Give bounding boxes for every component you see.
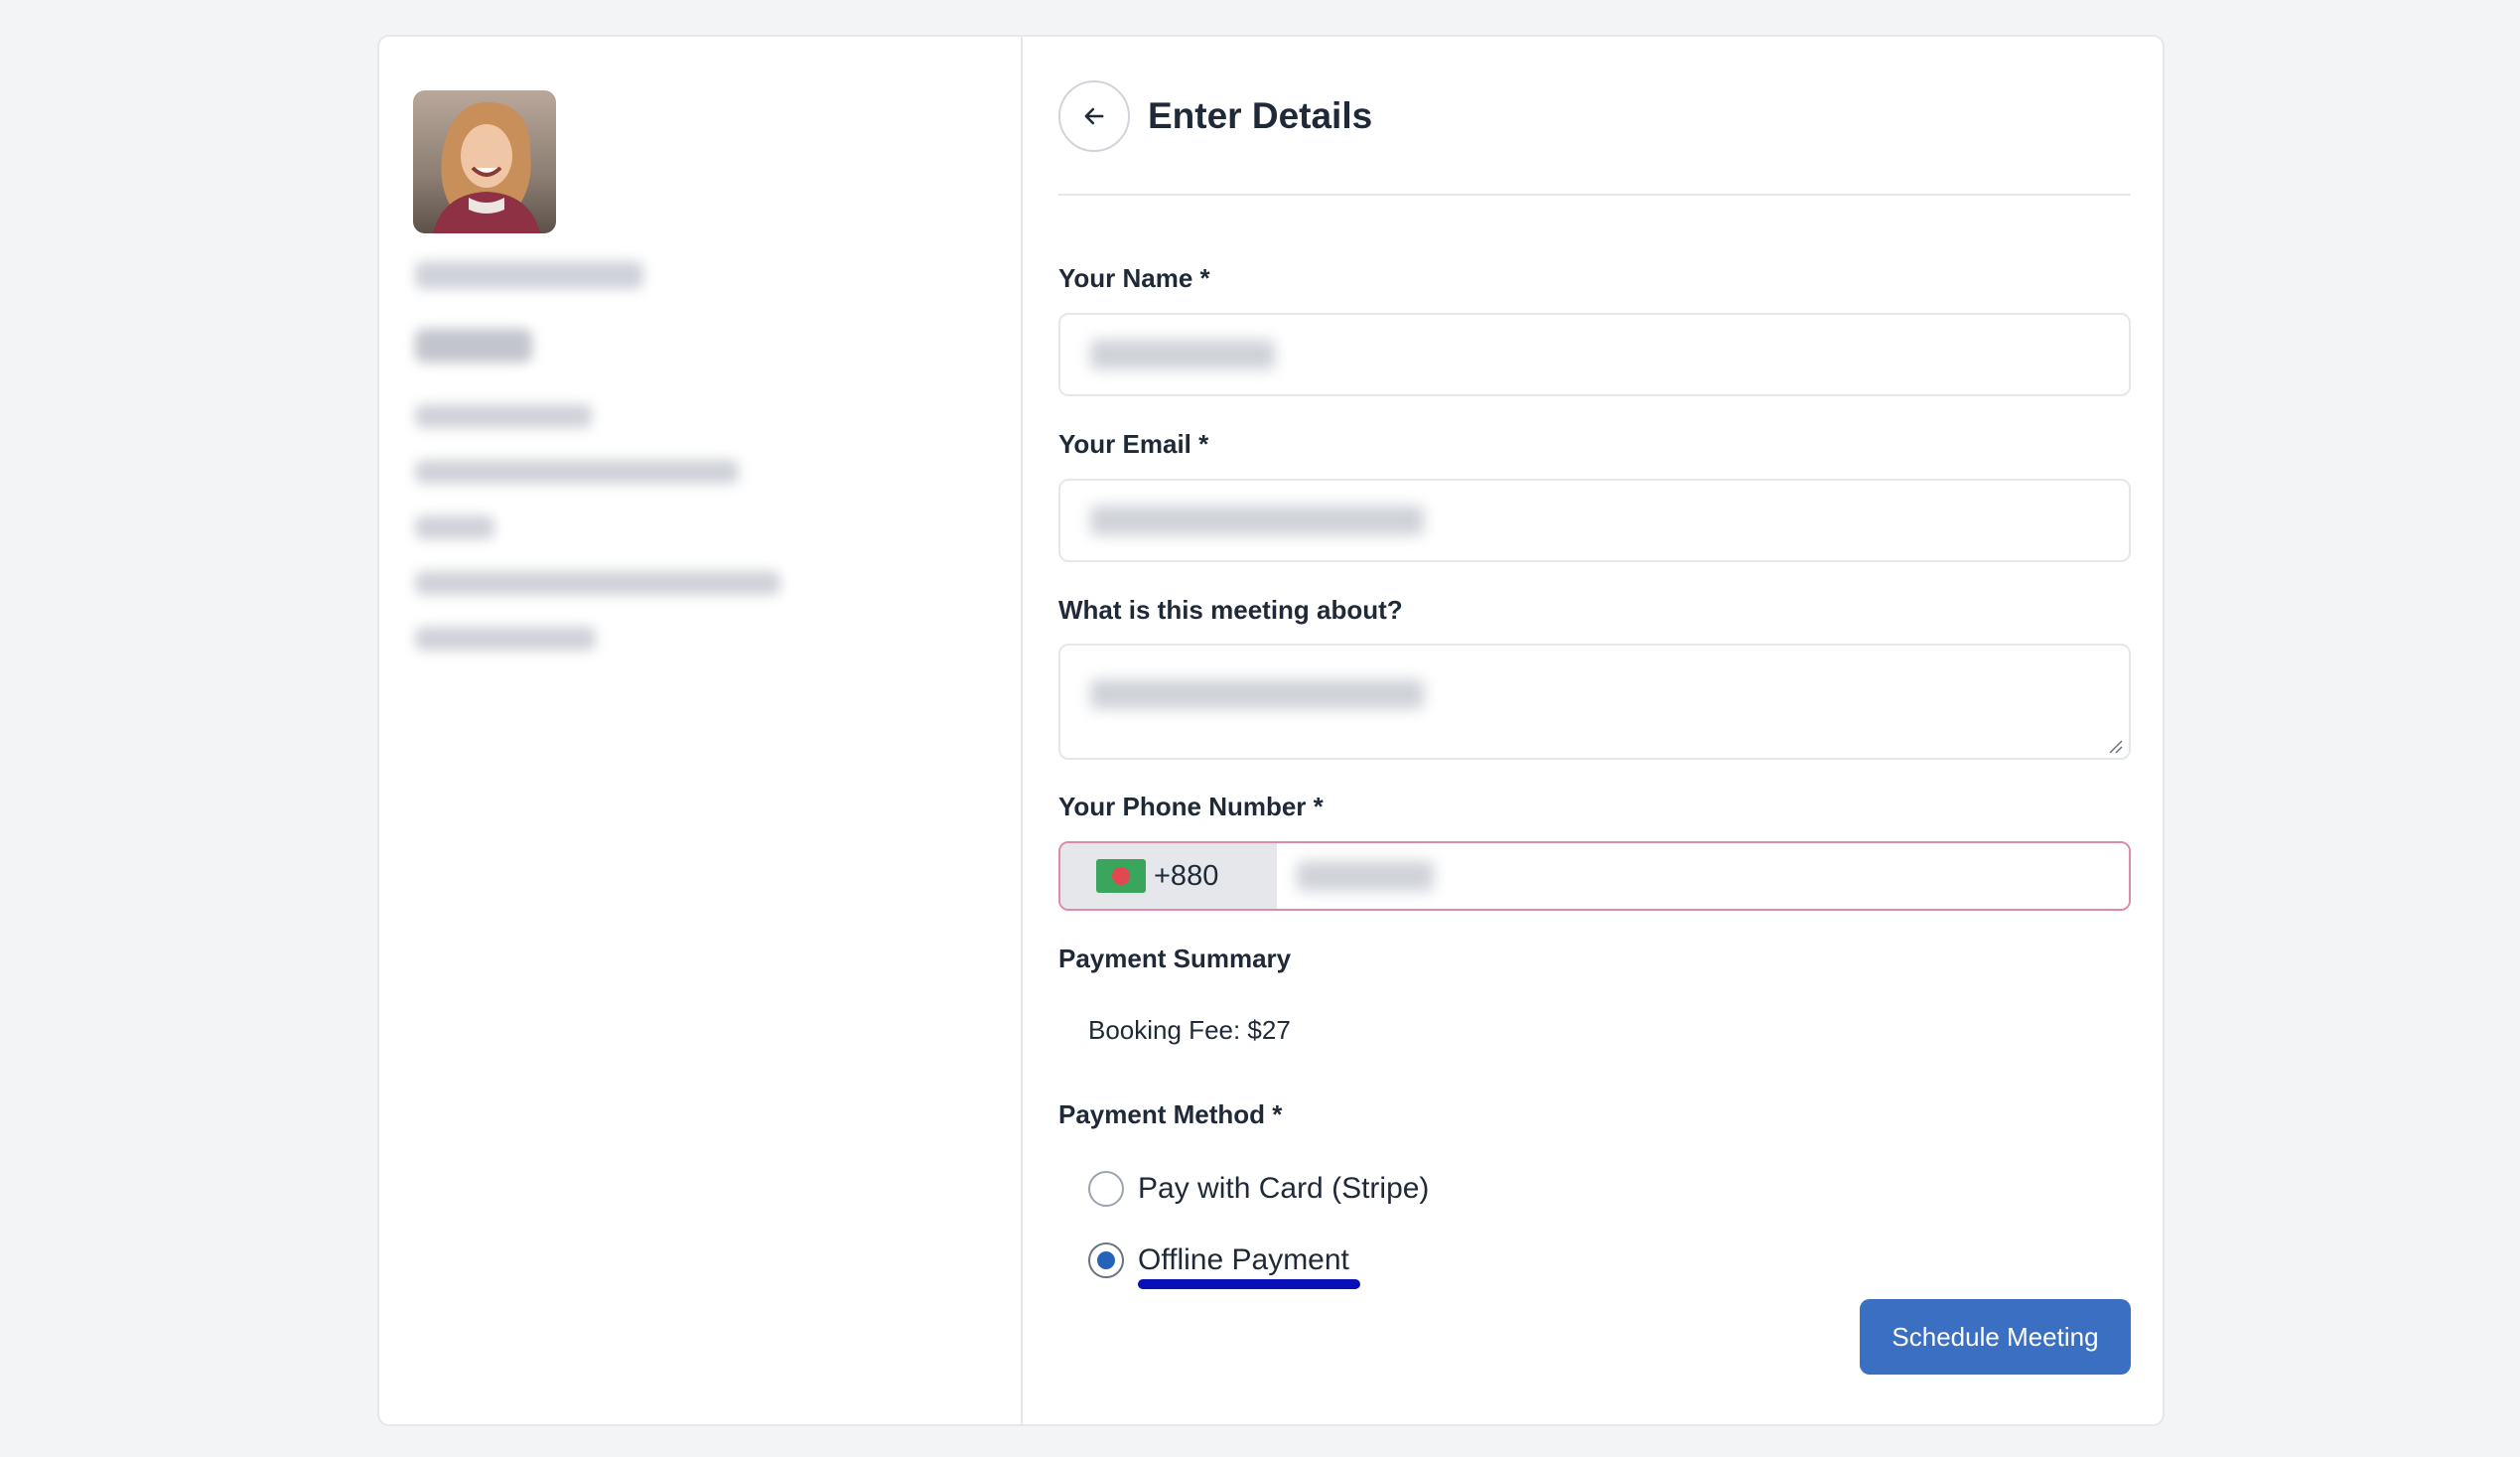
email-field[interactable] xyxy=(1058,479,2131,562)
details-form: Enter Details Your Name * Your Email * W… xyxy=(1023,37,2163,1424)
meeting-about-label: What is this meeting about? xyxy=(1058,595,1403,625)
schedule-meeting-button[interactable]: Schedule Meeting xyxy=(1860,1299,2131,1375)
payment-option-stripe[interactable]: Pay with Card (Stripe) xyxy=(1088,1171,1429,1207)
radio-stripe[interactable] xyxy=(1088,1171,1124,1207)
country-code-selector[interactable]: +880 xyxy=(1060,843,1277,909)
payment-summary-label: Payment Summary xyxy=(1058,944,1292,973)
host-detail-location xyxy=(415,460,739,484)
phone-label: Your Phone Number * xyxy=(1058,792,1324,821)
page-title: Enter Details xyxy=(1148,95,1373,136)
meeting-about-textarea[interactable] xyxy=(1058,644,2131,760)
booking-fee: Booking Fee: $27 xyxy=(1088,1015,1291,1045)
bangladesh-flag-icon xyxy=(1096,859,1146,893)
host-detail-time xyxy=(415,571,780,595)
highlight-underline xyxy=(1138,1279,1360,1289)
resize-grip-icon[interactable] xyxy=(2107,738,2123,754)
dial-code: +880 xyxy=(1154,859,1219,892)
arrow-left-icon xyxy=(1084,107,1104,125)
host-name xyxy=(415,261,643,289)
avatar xyxy=(413,90,556,233)
email-label: Your Email * xyxy=(1058,429,1209,459)
form-header: Enter Details xyxy=(1058,80,2131,196)
name-label: Your Name * xyxy=(1058,263,1210,293)
payment-option-offline[interactable]: Offline Payment xyxy=(1088,1242,1349,1278)
host-panel xyxy=(379,37,1023,1424)
host-detail-duration xyxy=(415,404,592,428)
payment-method-label: Payment Method * xyxy=(1058,1099,1283,1129)
back-button[interactable] xyxy=(1058,80,1130,152)
name-field[interactable] xyxy=(1058,313,2131,396)
booking-card: Enter Details Your Name * Your Email * W… xyxy=(377,35,2165,1426)
phone-input[interactable] xyxy=(1277,843,2129,909)
host-badge xyxy=(415,329,532,363)
host-detail-timezone xyxy=(415,627,596,651)
payment-option-label: Offline Payment xyxy=(1138,1243,1349,1276)
phone-field: +880 xyxy=(1058,841,2131,911)
payment-option-label: Pay with Card (Stripe) xyxy=(1138,1172,1430,1205)
radio-offline[interactable] xyxy=(1088,1242,1124,1278)
host-detail-extra xyxy=(415,515,494,539)
